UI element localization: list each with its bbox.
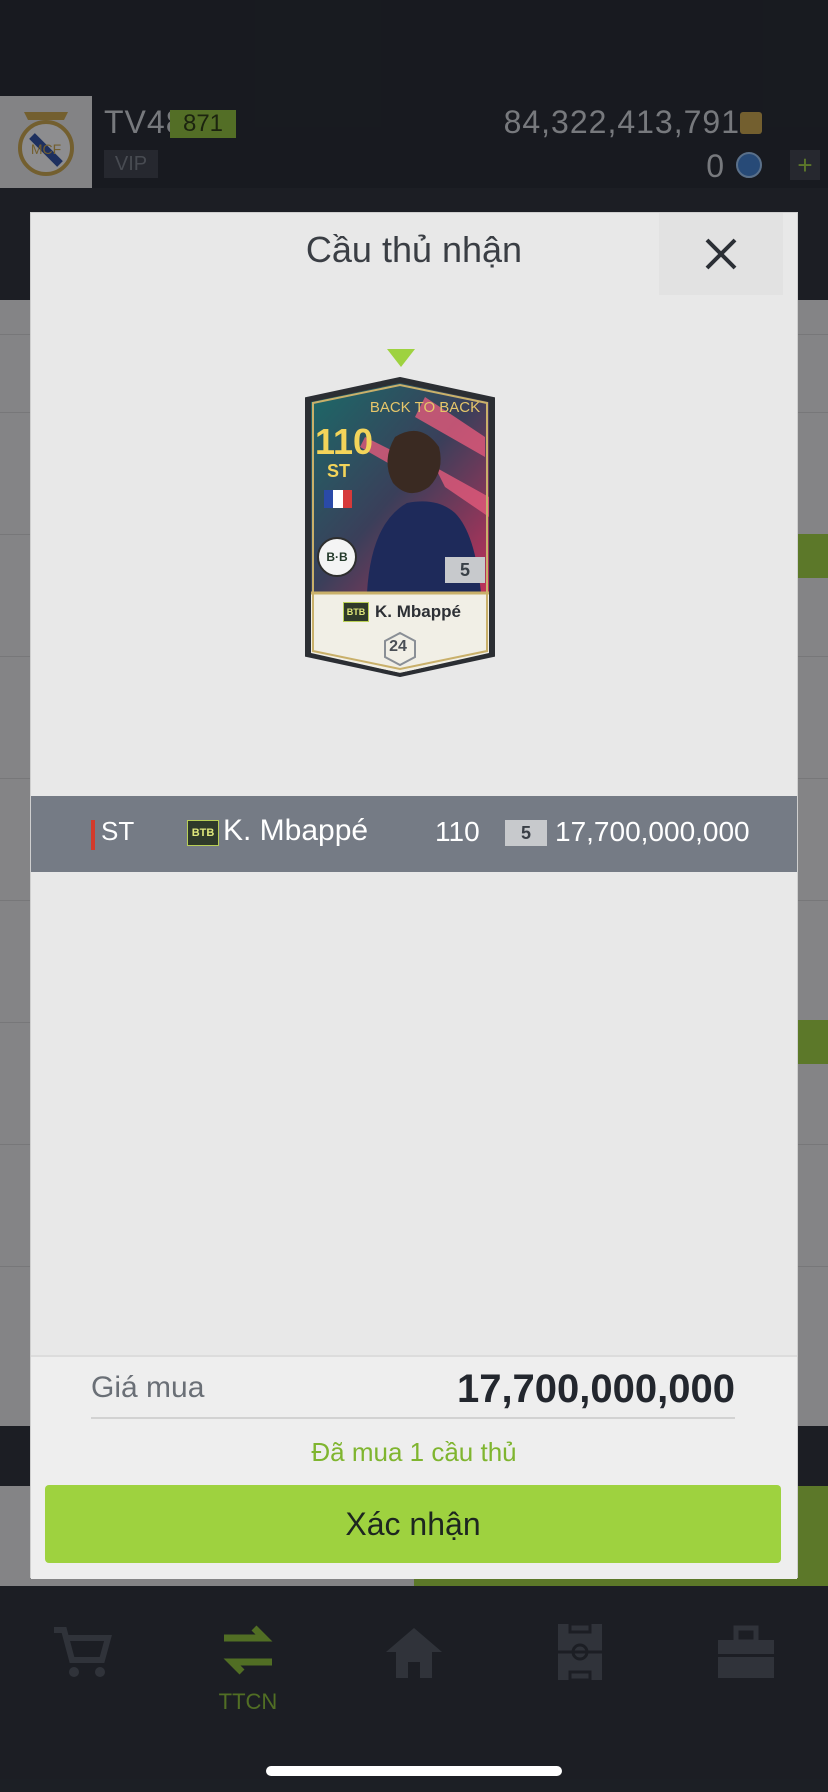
row-season-tag-icon: BTB — [187, 820, 219, 846]
player-card[interactable]: BACK TO BACK 110 ST B·B 5 BTB K. Mbappé … — [305, 377, 495, 677]
confirm-button[interactable]: Xác nhận — [45, 1485, 781, 1563]
france-flag-icon — [324, 490, 352, 508]
season-tag-icon: BTB — [343, 602, 369, 622]
card-program-label: BACK TO BACK — [369, 399, 481, 416]
row-player-name: K. Mbappé — [223, 814, 369, 847]
close-icon — [705, 238, 737, 270]
card-player-name: K. Mbappé — [375, 602, 461, 621]
price-label: Giá mua — [91, 1371, 205, 1404]
price-divider — [91, 1417, 735, 1419]
card-season-number: 24 — [389, 638, 407, 655]
price-value: 17,700,000,000 — [456, 1367, 735, 1411]
card-ovr: 110 — [315, 421, 374, 462]
row-position: ST — [101, 816, 135, 846]
card-name-row: BTB K. Mbappé — [343, 599, 461, 625]
purchase-status: Đã mua 1 cầu thủ — [311, 1437, 517, 1467]
position-color-mark — [91, 820, 95, 850]
home-indicator[interactable] — [266, 1766, 562, 1776]
close-button[interactable] — [659, 213, 783, 295]
card-grade-badge: 5 — [445, 557, 485, 583]
row-price: 17,700,000,000 — [555, 816, 750, 847]
card-position: ST — [327, 461, 351, 481]
selection-pointer-icon — [387, 349, 415, 367]
row-ovr: 110 — [435, 816, 480, 847]
club-badge: B·B — [317, 537, 357, 577]
row-grade-badge: 5 — [505, 820, 547, 846]
player-summary-row[interactable]: ST BTB K. Mbappé 110 5 17,700,000,000 — [31, 796, 797, 872]
received-player-dialog: Cầu thủ nhận BACK TO BACK 110 ST B·B 5 B… — [31, 213, 797, 1579]
price-panel: Giá mua 17,700,000,000 Đã mua 1 cầu thủ … — [31, 1355, 797, 1579]
